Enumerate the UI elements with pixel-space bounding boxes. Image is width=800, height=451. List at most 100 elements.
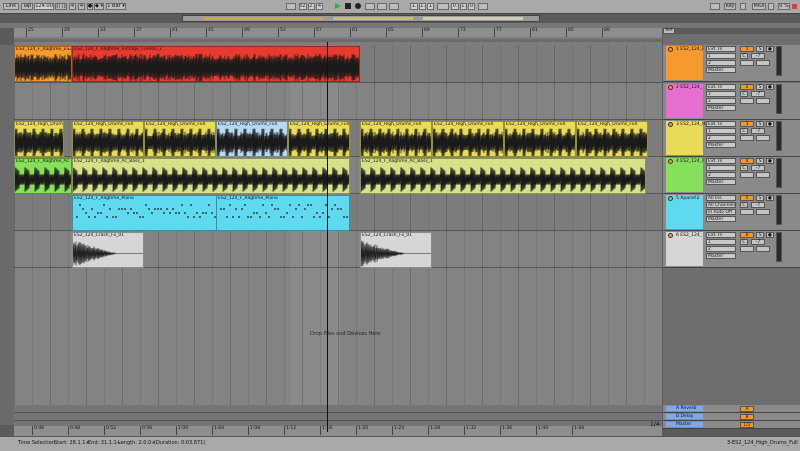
meter[interactable] (776, 232, 782, 262)
volume-field[interactable]: -7 (751, 53, 765, 59)
track-name[interactable]: 3 ES2_124_H (676, 122, 705, 127)
audio-clip[interactable]: ES2_124_F_Ragtime_Ac (14, 158, 72, 194)
pan-knob[interactable]: C (740, 239, 748, 245)
volume-field[interactable]: -7 (751, 91, 765, 97)
send-b-knob[interactable] (756, 60, 770, 66)
send-b-knob[interactable] (756, 172, 770, 178)
audio-clip[interactable]: ES2_124_F_Ragtime_Ac_Bass_1 (72, 158, 350, 194)
track-header[interactable]: 3 ES2_124_H Ext. In 1 2 Master 3 S ● C -7 (663, 120, 800, 157)
send-a-knob[interactable] (740, 98, 754, 104)
time-signature-denominator[interactable]: 4 (78, 3, 85, 10)
loop-brace-area[interactable] (14, 37, 662, 45)
return-track-name[interactable]: A Reverb (676, 406, 696, 411)
input-channel-select[interactable]: 1 (706, 128, 736, 134)
audio-clip[interactable]: ES2_124_F_Ragtime_Piano (216, 195, 350, 231)
arrangement-overview[interactable] (182, 15, 540, 22)
computer-keyboard-button[interactable] (710, 3, 720, 10)
send-a-knob[interactable] (740, 60, 754, 66)
audio-clip[interactable]: ES2_124_Crash_Fx_01 (360, 232, 432, 268)
audio-clip[interactable]: ES2_124_F_Ragtime_Ac_Bass_1 (360, 158, 646, 194)
return-lane-a[interactable] (14, 405, 662, 413)
output-select[interactable]: Master (706, 142, 736, 148)
tap-tempo-button[interactable]: Tap (21, 3, 33, 10)
play-icon[interactable] (335, 3, 341, 9)
audio-clip[interactable]: ES2_124_High_Drums_Full (288, 121, 350, 157)
volume-field[interactable]: -7 (751, 165, 765, 171)
audio-clip[interactable]: ES2_124_F_Ragtime_Vintage_Combo_2 (72, 46, 360, 82)
return-track-header[interactable]: B Delay B (663, 413, 800, 421)
track-name[interactable]: 6 ES2_124_ (676, 233, 702, 238)
track-name[interactable]: 1 ES2_124_F (676, 47, 705, 52)
arm-button[interactable]: ● (766, 121, 774, 127)
arm-button[interactable]: ● (766, 84, 774, 90)
follow-button[interactable]: ◆ ▾ (94, 3, 104, 10)
pan-knob[interactable]: C (740, 165, 748, 171)
audio-clip[interactable]: ES2_124_High_Drums_Full (14, 121, 64, 157)
time-signature-numerator[interactable]: 4 (69, 3, 76, 10)
return-number-button[interactable]: A (740, 406, 754, 412)
volume-field[interactable]: -7 (751, 239, 765, 245)
input-type-select[interactable]: Ext. In (706, 232, 736, 238)
track-number-button[interactable]: 1 (740, 46, 754, 52)
track-header[interactable]: 5 Xpand!2 All Ins All Channels In Auto Off M… (663, 194, 800, 231)
pan-knob[interactable]: C (740, 202, 748, 208)
arm-button[interactable]: ● (766, 232, 774, 238)
return-track-header[interactable]: Master 1/2 (663, 421, 800, 429)
arrangement-record-icon[interactable] (286, 3, 296, 10)
track-number-button[interactable]: 3 (740, 121, 754, 127)
output-select[interactable]: Master (706, 67, 736, 73)
audio-clip[interactable]: ES2_124_High_Drums_Full (432, 121, 504, 157)
capture-button[interactable] (389, 3, 399, 10)
track-activator-icon[interactable] (668, 159, 673, 164)
track-activator-icon[interactable] (668, 196, 673, 201)
send-b-knob[interactable] (756, 246, 770, 252)
loop-length-sixteenth[interactable]: 0 (468, 3, 475, 10)
position-sixteenth[interactable]: 4 (316, 3, 323, 10)
meter[interactable] (776, 46, 782, 76)
input-type-select[interactable]: Ext. In (706, 84, 736, 90)
track-header[interactable]: 2 ES2_124_ Ext. In 2 2 Master 2 S ● C -7 (663, 83, 800, 120)
track-header[interactable]: 6 ES2_124_ Ext. In 1 2 Master 6 S ● C -7 (663, 231, 800, 268)
pan-knob[interactable]: C (740, 128, 748, 134)
metronome-icon[interactable]: ● (87, 3, 93, 10)
monitor-select[interactable]: 2 (706, 98, 736, 104)
audio-clip[interactable]: ES2_124_High_Drums_Full (360, 121, 432, 157)
input-channel-select[interactable]: 1 (706, 53, 736, 59)
monitor-select[interactable]: In Auto Off (706, 209, 736, 215)
return-lane-b[interactable] (14, 413, 662, 421)
stop-icon[interactable] (345, 3, 351, 9)
solo-button[interactable]: S (756, 84, 764, 90)
return-number-button[interactable]: B (740, 414, 754, 420)
pan-knob[interactable]: C (740, 91, 748, 97)
volume-field[interactable]: -7 (751, 128, 765, 134)
send-a-knob[interactable] (740, 209, 754, 215)
track-number-button[interactable]: 5 (740, 195, 754, 201)
monitor-select[interactable]: 2 (706, 246, 736, 252)
track-name[interactable]: 2 ES2_124_ (676, 85, 702, 90)
audio-clip[interactable]: ES2_124_High_Drums_Full (72, 121, 144, 157)
quantize-menu[interactable]: 1 Bar ▾ (106, 3, 126, 10)
track-activator-icon[interactable] (668, 122, 673, 127)
link-button[interactable]: Link (3, 3, 19, 10)
send-a-knob[interactable] (740, 135, 754, 141)
monitor-select[interactable]: 2 (706, 172, 736, 178)
solo-button[interactable]: S (756, 46, 764, 52)
arm-button[interactable]: ● (766, 46, 774, 52)
arm-button[interactable]: ● (766, 195, 774, 201)
monitor-select[interactable]: 2 (706, 60, 736, 66)
nudge-buttons[interactable]: ||| ||| (55, 3, 67, 10)
loop-start-bar[interactable]: 1. (410, 3, 418, 10)
loop-length-bar[interactable]: 0. (451, 3, 459, 10)
send-a-knob[interactable] (740, 172, 754, 178)
track-number-button[interactable]: 2 (740, 84, 754, 90)
overdub-button[interactable] (365, 3, 375, 10)
record-icon[interactable] (355, 3, 361, 9)
monitor-select[interactable]: 2 (706, 135, 736, 141)
track-name[interactable]: 5 Xpand!2 (676, 196, 699, 201)
audio-clip[interactable]: ES2_124_Crash_Fx_01 (72, 232, 144, 268)
loop-length-beat[interactable]: 1. (460, 3, 467, 10)
track-header[interactable]: 4 ES2_124_F Ext. In 1 2 Master 4 S ● C -7 (663, 157, 800, 194)
audio-clip[interactable]: ES2_124_High_Drums_Full (216, 121, 288, 157)
input-type-select[interactable]: All Ins (706, 195, 736, 201)
output-select[interactable]: Master (706, 105, 736, 111)
